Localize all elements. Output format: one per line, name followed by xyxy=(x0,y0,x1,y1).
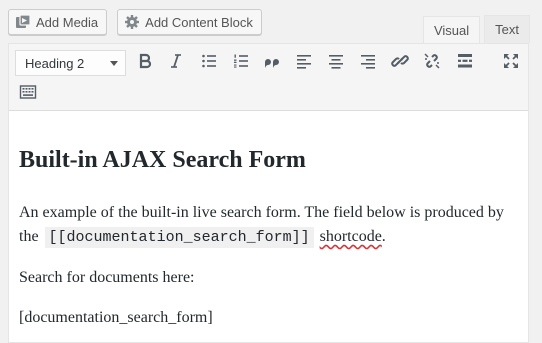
format-select[interactable]: Heading 2 xyxy=(15,50,126,76)
read-more-icon xyxy=(456,52,474,75)
bold-button[interactable] xyxy=(131,49,159,77)
align-left-icon xyxy=(295,52,313,75)
italic-button[interactable] xyxy=(162,49,190,77)
editor-toolbar: Heading 2 xyxy=(9,44,528,111)
tab-visual[interactable]: Visual xyxy=(422,16,481,44)
fullscreen-icon xyxy=(502,52,520,75)
chevron-down-icon xyxy=(110,61,118,66)
editor-tabs: Visual Text xyxy=(422,15,530,44)
content-heading: Built-in AJAX Search Form xyxy=(19,147,306,173)
bulleted-list-button[interactable] xyxy=(195,49,223,77)
remove-link-icon xyxy=(423,52,441,75)
align-left-button[interactable] xyxy=(290,49,318,77)
editor-content[interactable]: Built-in AJAX Search Form An example of … xyxy=(9,111,528,330)
tab-text[interactable]: Text xyxy=(484,15,530,43)
content-paragraph-3: [documentation_search_form] xyxy=(19,308,213,326)
add-content-block-button[interactable]: Add Content Block xyxy=(117,9,262,35)
blockquote-icon xyxy=(263,52,281,75)
shortcode-inline-code: [[documentation_search_form]] xyxy=(44,226,314,248)
format-select-value: Heading 2 xyxy=(25,55,85,71)
toolbar-toggle-icon xyxy=(19,83,37,106)
add-content-block-label: Add Content Block xyxy=(145,14,253,30)
bulleted-list-icon xyxy=(200,52,218,75)
editor: Heading 2 Built-in AJAX Search Form An e… xyxy=(8,43,529,343)
content-paragraph-2: Search for documents here: xyxy=(19,268,195,286)
gear-icon xyxy=(124,14,140,30)
align-center-button[interactable] xyxy=(322,49,350,77)
align-right-button[interactable] xyxy=(354,49,382,77)
remove-link-button[interactable] xyxy=(418,49,446,77)
align-right-icon xyxy=(359,52,377,75)
read-more-button[interactable] xyxy=(451,49,479,77)
insert-link-icon xyxy=(391,52,409,75)
add-media-button[interactable]: Add Media xyxy=(8,9,108,35)
blockquote-button[interactable] xyxy=(258,49,286,77)
bold-icon xyxy=(136,52,154,75)
toolbar-toggle-button[interactable] xyxy=(14,80,42,108)
align-center-icon xyxy=(327,52,345,75)
add-media-label: Add Media xyxy=(36,14,99,30)
misspelled-word: shortcode xyxy=(319,227,382,245)
italic-icon xyxy=(167,52,185,75)
numbered-list-icon xyxy=(232,52,250,75)
numbered-list-button[interactable] xyxy=(227,49,255,77)
fullscreen-button[interactable] xyxy=(497,49,525,77)
media-icon xyxy=(15,14,31,30)
insert-link-button[interactable] xyxy=(386,49,414,77)
content-paragraph-1: An example of the built-in live search f… xyxy=(19,201,518,250)
media-buttons: Add Media Add Content Block xyxy=(8,9,262,35)
paragraph-text-end: . xyxy=(381,227,386,245)
